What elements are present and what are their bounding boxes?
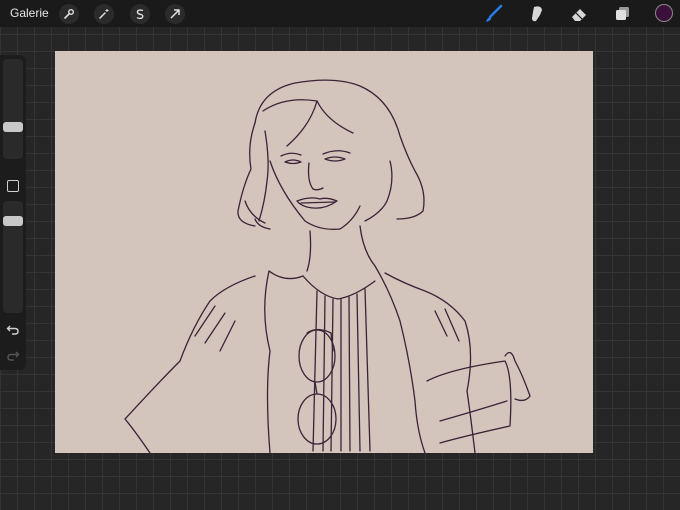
brush-size-thumb[interactable] [3, 122, 23, 132]
layers-button[interactable] [611, 3, 633, 25]
adjustments-button[interactable] [94, 4, 114, 24]
layers-icon [616, 7, 629, 20]
selection-button[interactable] [130, 4, 150, 24]
smudge-icon [532, 6, 542, 22]
smudge-tool-button[interactable] [526, 3, 548, 25]
brush-size-slider[interactable] [3, 59, 23, 159]
sketch-drawing [124, 79, 531, 453]
eraser-tool-button[interactable] [568, 3, 590, 25]
gallery-button[interactable]: Galerie [10, 6, 49, 20]
transform-button[interactable] [165, 4, 185, 24]
selection-s-icon [136, 9, 144, 20]
modify-square-icon[interactable] [7, 180, 19, 192]
opacity-thumb[interactable] [3, 216, 23, 227]
left-sidebar [0, 55, 26, 370]
top-toolbar: Galerie [0, 0, 680, 27]
undo-icon[interactable] [6, 322, 20, 336]
transform-arrow-icon [170, 9, 180, 19]
redo-icon[interactable] [6, 348, 20, 362]
magic-wand-icon [99, 9, 109, 19]
drawing-canvas[interactable] [55, 51, 593, 453]
wrench-icon [64, 9, 74, 19]
brush-tool-button[interactable] [483, 3, 505, 25]
eraser-icon [572, 9, 586, 21]
brush-icon [486, 4, 503, 22]
color-picker-button[interactable] [655, 4, 673, 22]
actions-button[interactable] [59, 4, 79, 24]
